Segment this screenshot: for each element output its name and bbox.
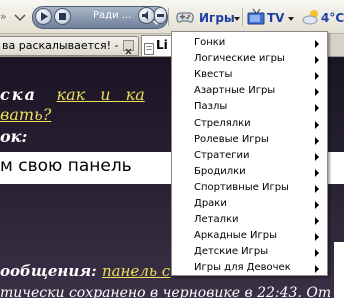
menu-item-label: Спортивные Игры: [194, 181, 289, 193]
panel-caption: м свою панель: [0, 156, 132, 176]
weather-temperature: 4°C: [321, 11, 344, 25]
tv-icon: [247, 8, 265, 30]
submenu-arrow-icon: [315, 168, 319, 177]
volume-slider[interactable]: [154, 7, 167, 24]
menu-item-label: Аркадные Игры: [194, 230, 278, 242]
submenu-arrow-icon: [315, 136, 319, 145]
weather-button[interactable]: 4°C: [300, 5, 344, 29]
menu-item[interactable]: Азартные Игры: [172, 83, 327, 100]
close-icon: [125, 48, 132, 55]
games-menu-button[interactable]: Игры: [171, 5, 241, 29]
tab-title: ва раскалывается! - ...: [2, 39, 120, 52]
menu-item-label: Детские Игры: [194, 246, 269, 258]
toolbar-grip-icon[interactable]: »: [0, 10, 10, 26]
submenu-arrow-icon: [315, 152, 319, 161]
menu-item[interactable]: Игры для Девочек: [172, 260, 327, 277]
toolbar-divider: [168, 8, 169, 26]
menu-item[interactable]: Драки: [172, 196, 327, 213]
page-edge: [334, 242, 344, 298]
menu-item-label: Леталки: [194, 214, 239, 226]
content-link[interactable]: как и ка: [57, 85, 145, 104]
toolbar-divider: [242, 8, 243, 26]
content-label: ообщения:: [0, 262, 97, 280]
draft-status-text: тически сохранено в черновике в 22:43. О…: [0, 285, 332, 301]
menu-item[interactable]: Леталки: [172, 212, 327, 229]
submenu-arrow-icon: [315, 72, 319, 81]
stop-button[interactable]: [54, 8, 71, 25]
menu-item-label: Пазлы: [194, 101, 228, 113]
menu-item[interactable]: Стрелялки: [172, 116, 327, 133]
menu-item[interactable]: Бродилки: [172, 164, 327, 181]
menu-item-label: Азартные Игры: [194, 85, 276, 97]
menu-item-label: Стрелялки: [194, 117, 251, 129]
tab-page[interactable]: ва раскалывается! - ...: [0, 36, 139, 56]
menu-item[interactable]: Детские Игры: [172, 244, 327, 261]
submenu-arrow-icon: [315, 233, 319, 242]
menu-item-label: Гонки: [194, 37, 226, 48]
games-label: Игры: [199, 11, 235, 25]
submenu-arrow-icon: [315, 249, 319, 258]
toolbar: » Ради ... Игры TV 4°C: [0, 0, 344, 34]
play-button[interactable]: [35, 8, 52, 25]
menu-item[interactable]: Гонки: [172, 35, 327, 52]
menu-item-label: Квесты: [194, 69, 233, 81]
submenu-arrow-icon: [315, 104, 319, 113]
menu-item[interactable]: Пазлы: [172, 99, 327, 116]
submenu-arrow-icon: [315, 88, 319, 97]
menu-item[interactable]: Ролевые Игры: [172, 132, 327, 149]
menu-item-label: Ролевые Игры: [194, 133, 269, 145]
submenu-arrow-icon: [315, 201, 319, 209]
volume-icon[interactable]: [138, 7, 155, 24]
submenu-arrow-icon: [315, 265, 319, 274]
content-link[interactable]: панель с: [102, 262, 170, 280]
menu-item[interactable]: Логические игры: [172, 51, 327, 68]
submenu-arrow-icon: [315, 184, 319, 193]
menu-item[interactable]: Стратегии: [172, 148, 327, 165]
menu-item-label: Драки: [194, 198, 227, 209]
submenu-arrow-icon: [315, 40, 319, 48]
tv-label: TV: [267, 11, 285, 25]
toolbar-menu-chevron-icon[interactable]: [14, 9, 26, 22]
menu-item-label: Игры для Девочек: [194, 262, 291, 274]
close-tab-button[interactable]: [123, 40, 134, 55]
games-dropdown-icon: [234, 17, 240, 21]
menu-item-label: Бродилки: [194, 165, 246, 177]
submenu-arrow-icon: [315, 120, 319, 129]
content-line: ска как и ка: [0, 85, 145, 104]
content-link[interactable]: вать?: [0, 105, 51, 124]
content-label: ска: [0, 85, 37, 104]
menu-item[interactable]: Аркадные Игры: [172, 228, 327, 245]
menu-item-label: Стратегии: [194, 149, 250, 161]
gamepad-icon: [174, 7, 196, 31]
content-heading: ок:: [0, 127, 28, 146]
submenu-arrow-icon: [315, 217, 319, 226]
tv-dropdown-icon: [288, 17, 294, 21]
content-line: ообщения: панель с: [0, 262, 170, 280]
tv-menu-button[interactable]: TV: [245, 5, 295, 29]
menu-item[interactable]: Квесты: [172, 67, 327, 84]
submenu-arrow-icon: [315, 56, 319, 65]
games-dropdown-menu: Гонки Логические игры Квесты Азартные Игры П…: [171, 31, 328, 276]
weather-cloud-icon: [302, 8, 322, 30]
menu-item[interactable]: Спортивные Игры: [172, 180, 327, 197]
tab-title: Li: [156, 38, 168, 52]
menu-item-label: Логические игры: [194, 53, 285, 65]
